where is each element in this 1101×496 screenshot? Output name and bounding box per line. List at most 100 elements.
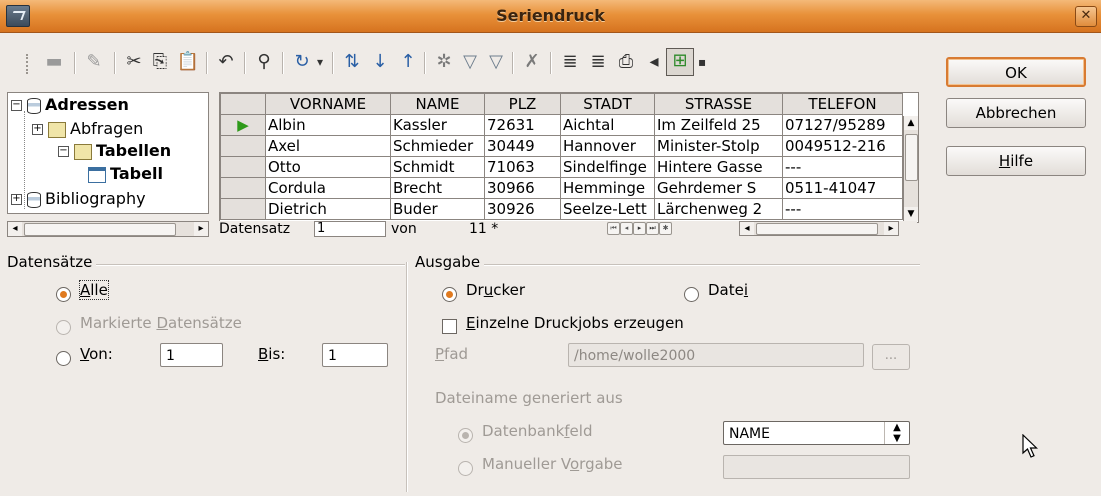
tree-horizontal-scrollbar[interactable]: ◂ ▸ bbox=[7, 221, 209, 237]
table-cell[interactable]: --- bbox=[782, 156, 903, 178]
scroll-up-icon[interactable]: ▲ bbox=[904, 116, 918, 130]
table-cell[interactable]: Seelze-Lett bbox=[560, 198, 655, 220]
single-jobs-checkbox[interactable] bbox=[442, 319, 457, 334]
table-cell[interactable]: 07127/95289 bbox=[782, 114, 903, 136]
row-header[interactable] bbox=[220, 135, 266, 157]
table-cell[interactable]: Otto bbox=[265, 156, 391, 178]
close-button[interactable]: ✕ bbox=[1075, 6, 1097, 27]
grid-vertical-scrollbar[interactable]: ▲ ▼ bbox=[903, 116, 918, 221]
scrollbar-thumb[interactable] bbox=[905, 134, 918, 181]
edit-data-icon[interactable]: ✎ bbox=[82, 50, 106, 74]
scroll-right-icon[interactable]: ▸ bbox=[884, 222, 898, 235]
row-header[interactable] bbox=[220, 156, 266, 178]
explorer-toggle-icon[interactable]: ⊞ bbox=[666, 48, 694, 76]
collapse-icon[interactable]: − bbox=[58, 146, 69, 157]
new-record-icon[interactable]: ✱ bbox=[659, 222, 672, 235]
column-header[interactable]: VORNAME bbox=[265, 93, 391, 115]
table-cell[interactable]: Axel bbox=[265, 135, 391, 157]
all-records-radio[interactable] bbox=[56, 287, 71, 302]
sort-icon[interactable]: ⇅ bbox=[340, 50, 364, 74]
printer-radio[interactable] bbox=[442, 287, 457, 302]
single-jobs-label[interactable]: Einzelne Druckjobs erzeugen bbox=[466, 314, 684, 332]
cancel-button[interactable]: Abbrechen bbox=[946, 98, 1086, 128]
scrollbar-thumb[interactable] bbox=[756, 223, 878, 235]
column-header[interactable]: NAME bbox=[390, 93, 485, 115]
table-cell[interactable]: Schmieder bbox=[390, 135, 485, 157]
table-row[interactable]: Dietrich Buder 30926 Seelze-Lett Lärchen… bbox=[220, 198, 903, 220]
table-cell[interactable]: 71063 bbox=[484, 156, 561, 178]
column-header[interactable]: STADT bbox=[560, 93, 655, 115]
record-number-input[interactable]: 1 bbox=[314, 221, 386, 237]
tree-item-table[interactable]: Tabell bbox=[88, 163, 163, 185]
table-cell[interactable]: 0049512-216 bbox=[782, 135, 903, 157]
refresh-icon[interactable]: ↻ bbox=[290, 50, 314, 74]
expand-icon[interactable]: + bbox=[11, 194, 22, 205]
table-cell[interactable]: 30926 bbox=[484, 198, 561, 220]
grid-horizontal-scrollbar[interactable]: ◂ ▸ bbox=[739, 221, 899, 236]
table-row[interactable]: Cordula Brecht 30966 Hemminge Gehrdemer … bbox=[220, 177, 903, 199]
column-header[interactable]: TELEFON bbox=[782, 93, 903, 115]
standard-filter-icon[interactable]: ▽ bbox=[484, 50, 508, 74]
help-button[interactable]: Hilfe bbox=[946, 146, 1086, 176]
data-source-icon[interactable]: ◂ bbox=[642, 50, 666, 74]
file-label[interactable]: Datei bbox=[708, 281, 748, 299]
table-cell[interactable]: Kassler bbox=[390, 114, 485, 136]
table-cell[interactable]: Dietrich bbox=[265, 198, 391, 220]
scroll-left-icon[interactable]: ◂ bbox=[740, 222, 754, 235]
data-grid[interactable]: VORNAME NAME PLZ STADT STRASSE TELEFON ▶… bbox=[219, 92, 919, 223]
file-radio[interactable] bbox=[684, 287, 699, 302]
data-source-tree[interactable]: − Adressen + Abfragen − Tabellen Tabell + Bi… bbox=[7, 92, 209, 214]
tree-item-tabellen[interactable]: − Tabellen bbox=[58, 140, 171, 162]
copy-icon[interactable]: ⎘ bbox=[148, 50, 172, 74]
scrollbar-thumb[interactable] bbox=[24, 223, 176, 236]
table-row[interactable]: Otto Schmidt 71063 Sindelfinge Hintere G… bbox=[220, 156, 903, 178]
row-header[interactable] bbox=[220, 198, 266, 220]
table-row[interactable]: ▶ Albin Kassler 72631 Aichtal Im Zeilfel… bbox=[220, 114, 903, 136]
column-header[interactable]: PLZ bbox=[484, 93, 561, 115]
data-to-text-icon[interactable]: ≣ bbox=[558, 50, 582, 74]
paste-icon[interactable]: 📋 bbox=[176, 50, 200, 74]
scroll-down-icon[interactable]: ▼ bbox=[904, 207, 918, 221]
collapse-icon[interactable]: − bbox=[11, 100, 22, 111]
all-records-label[interactable]: Alle bbox=[79, 280, 109, 300]
table-cell[interactable]: 72631 bbox=[484, 114, 561, 136]
mail-merge-icon[interactable]: ⎙ bbox=[614, 50, 638, 74]
toolbar-more-icon[interactable]: ▪ bbox=[698, 50, 706, 74]
sort-descending-icon[interactable]: ↑ bbox=[396, 50, 420, 74]
column-header[interactable]: STRASSE bbox=[654, 93, 783, 115]
scroll-left-icon[interactable]: ◂ bbox=[8, 222, 22, 236]
row-header[interactable] bbox=[220, 177, 266, 199]
table-row[interactable]: Axel Schmieder 30449 Hannover Minister-S… bbox=[220, 135, 903, 157]
table-cell[interactable]: 30966 bbox=[484, 177, 561, 199]
tree-item-abfragen[interactable]: + Abfragen bbox=[32, 118, 143, 140]
db-field-select[interactable]: NAME ▲ ▼ bbox=[723, 421, 910, 445]
scroll-right-icon[interactable]: ▸ bbox=[194, 222, 208, 236]
autofilter-icon[interactable]: ✲ bbox=[432, 50, 456, 74]
table-cell[interactable]: 0511-41047 bbox=[782, 177, 903, 199]
ok-button[interactable]: OK bbox=[946, 57, 1086, 87]
table-cell[interactable]: Aichtal bbox=[560, 114, 655, 136]
table-cell[interactable]: Hemminge bbox=[560, 177, 655, 199]
apply-filter-icon[interactable]: ▽ bbox=[458, 50, 482, 74]
tree-item-bibliography[interactable]: + Bibliography bbox=[11, 188, 146, 210]
table-cell[interactable]: Buder bbox=[390, 198, 485, 220]
table-cell[interactable]: Hintere Gasse bbox=[654, 156, 783, 178]
table-cell[interactable]: Lärchenweg 2 bbox=[654, 198, 783, 220]
find-icon[interactable]: ⚲ bbox=[252, 50, 276, 74]
spinner-icon[interactable]: ▲ ▼ bbox=[884, 422, 909, 444]
last-record-icon[interactable]: ⏭ bbox=[646, 222, 659, 235]
sort-ascending-icon[interactable]: ↓ bbox=[368, 50, 392, 74]
table-cell[interactable]: Im Zeilfeld 25 bbox=[654, 114, 783, 136]
table-cell[interactable]: Hannover bbox=[560, 135, 655, 157]
range-records-radio[interactable] bbox=[56, 351, 71, 366]
table-cell[interactable]: Brecht bbox=[390, 177, 485, 199]
tree-item-adressen[interactable]: − Adressen bbox=[11, 94, 129, 116]
from-label[interactable]: Von: bbox=[80, 345, 113, 363]
previous-record-icon[interactable]: ◂ bbox=[620, 222, 633, 235]
next-record-icon[interactable]: ▸ bbox=[633, 222, 646, 235]
refresh-dropdown-icon[interactable]: ▾ bbox=[316, 50, 324, 74]
table-cell[interactable]: Albin bbox=[265, 114, 391, 136]
table-cell[interactable]: Gehrdemer S bbox=[654, 177, 783, 199]
table-cell[interactable]: Cordula bbox=[265, 177, 391, 199]
table-cell[interactable]: Schmidt bbox=[390, 156, 485, 178]
